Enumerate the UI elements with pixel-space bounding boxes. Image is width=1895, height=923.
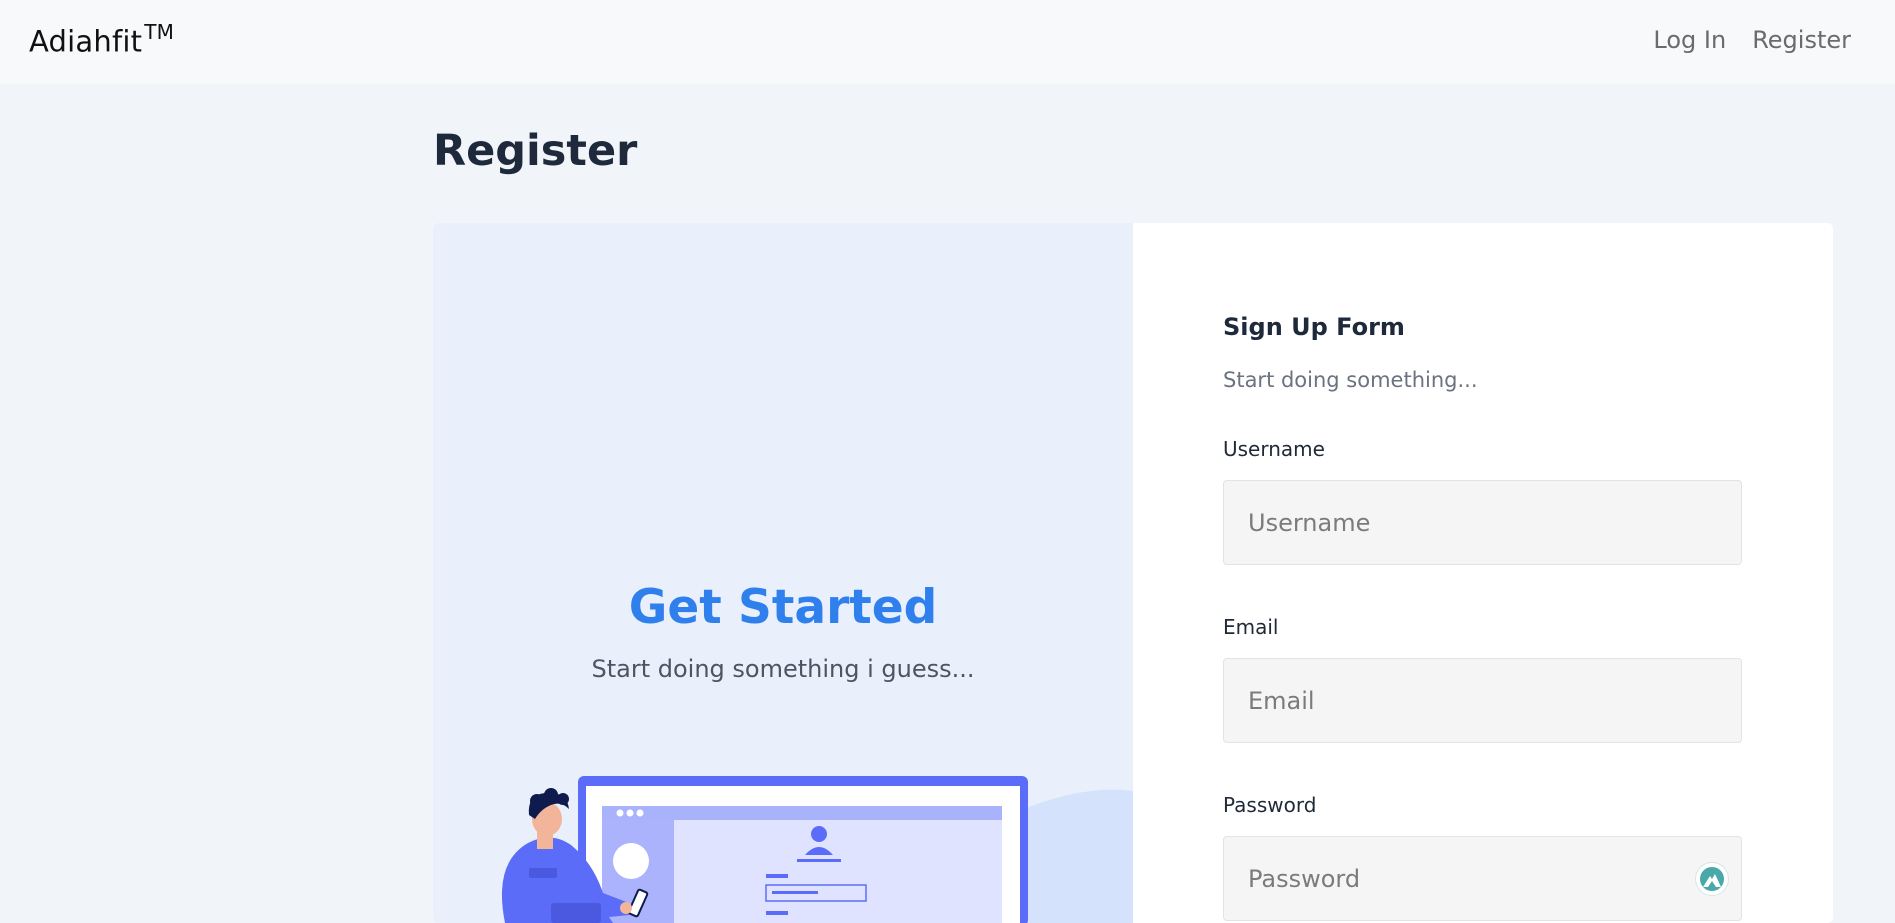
hero-subtitle: Start doing something i guess... [591,655,975,683]
nav-login-link[interactable]: Log In [1653,26,1726,54]
register-card: Get Started Start doing something i gues… [433,223,1833,923]
email-input[interactable] [1223,658,1742,743]
hero-title: Get Started [628,580,938,635]
password-label: Password [1223,793,1317,817]
form-title: Sign Up Form [1223,313,1405,341]
nav-links: Log In Register [1653,26,1851,54]
password-manager-icon[interactable] [1695,862,1729,896]
brand-name: Adiahfit [29,24,143,59]
signup-form-panel: Sign Up Form Start doing something... Us… [1133,223,1833,923]
password-input[interactable] [1223,836,1742,921]
brand-logo[interactable]: Adiahfit TM [29,20,175,59]
brand-trademark: TM [144,20,175,44]
username-input[interactable] [1223,480,1742,565]
page-title: Register [433,126,638,176]
hero-panel: Get Started Start doing something i gues… [433,223,1133,923]
email-label: Email [1223,615,1279,639]
signup-illustration [501,776,1133,923]
nav-register-link[interactable]: Register [1752,26,1851,54]
mountain-icon [1700,867,1724,891]
navbar: Adiahfit TM Log In Register [0,0,1895,84]
username-label: Username [1223,437,1325,461]
form-subtitle: Start doing something... [1223,368,1478,392]
